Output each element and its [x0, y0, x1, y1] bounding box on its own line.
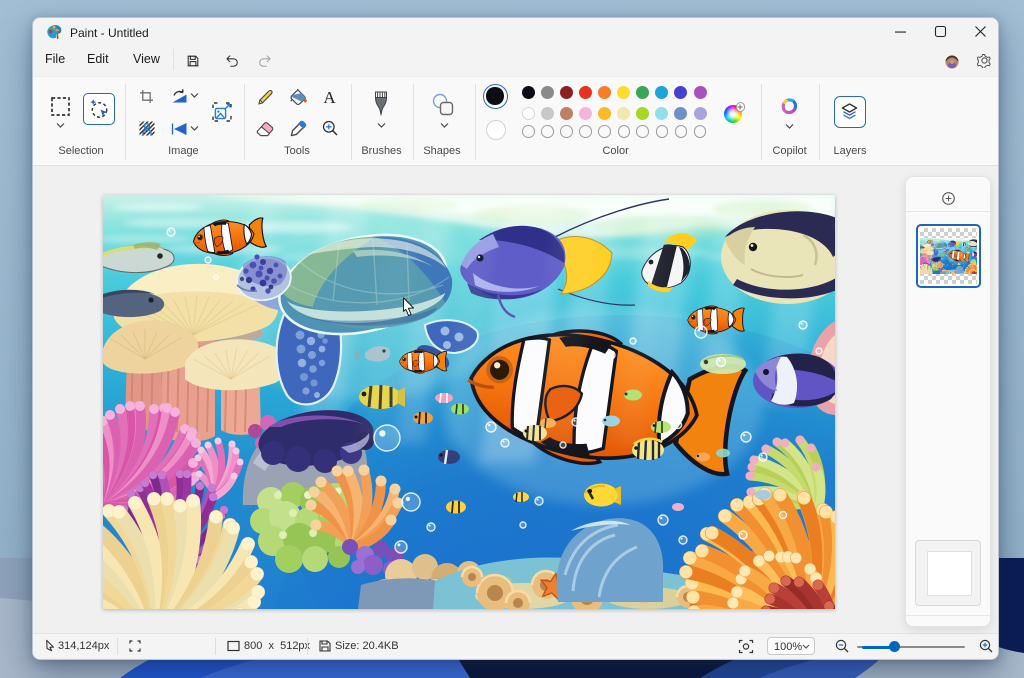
svg-text:A: A — [323, 89, 336, 105]
